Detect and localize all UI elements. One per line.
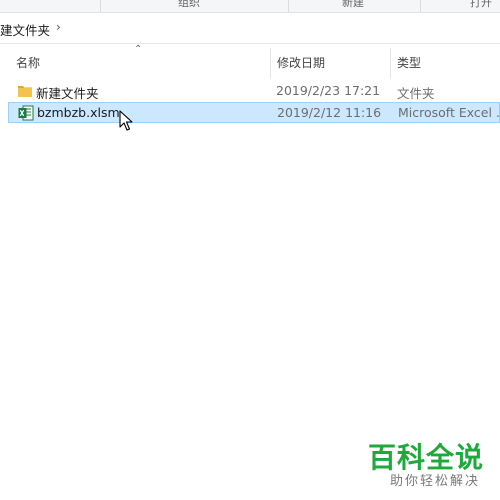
column-header-name[interactable]: 名称 (16, 54, 40, 71)
ribbon: 组织 新建 打开 (0, 0, 500, 13)
ribbon-group-open[interactable]: 打开 (470, 0, 492, 10)
file-date: 2019/2/23 17:21 (276, 83, 381, 98)
watermark-slogan: 助你轻松解决 (389, 474, 480, 489)
ribbon-separator (100, 0, 101, 12)
column-header: ⌃ 名称 修改日期 类型 (0, 44, 500, 78)
file-list-row[interactable]: 新建文件夹 2019/2/23 17:21 文件夹 (8, 81, 500, 102)
file-date: 2019/2/12 11:16 (277, 105, 382, 120)
ribbon-separator (288, 0, 289, 12)
file-list-row-selected[interactable]: bzmbzb.xlsm 2019/2/12 11:16 Microsoft Ex… (8, 102, 500, 123)
ribbon-group-organize[interactable]: 组织 (178, 0, 200, 10)
mouse-cursor-icon (119, 110, 133, 131)
breadcrumb-current-folder[interactable]: 建文件夹 (0, 20, 50, 39)
file-name: bzmbzb.xlsm (37, 105, 120, 120)
column-separator[interactable] (390, 48, 391, 78)
sort-up-icon: ⌃ (134, 44, 143, 55)
column-separator[interactable] (270, 48, 271, 78)
file-type: Microsoft Excel ... (398, 105, 500, 120)
folder-icon (18, 86, 32, 97)
file-type: 文件夹 (397, 86, 435, 101)
address-bar[interactable]: 建文件夹 › (0, 13, 500, 44)
ribbon-separator (420, 0, 421, 12)
column-header-date[interactable]: 修改日期 (277, 54, 325, 71)
column-header-type[interactable]: 类型 (397, 54, 421, 71)
chevron-right-icon[interactable]: › (56, 20, 61, 34)
file-name: 新建文件夹 (36, 86, 99, 101)
excel-file-icon (18, 105, 34, 121)
ribbon-group-new[interactable]: 新建 (342, 0, 364, 10)
